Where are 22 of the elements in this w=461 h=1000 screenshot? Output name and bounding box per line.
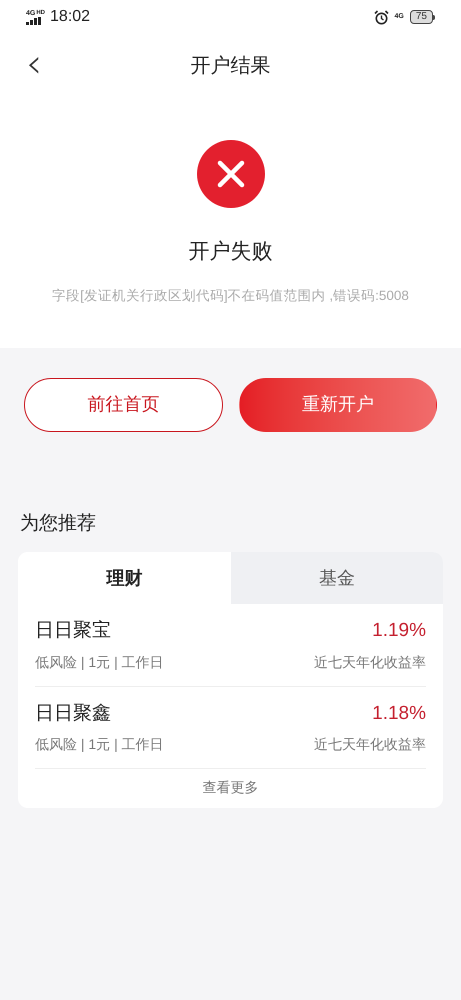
error-message: 字段[发证机关行政区划代码]不在码值范围内 ,错误码:5008: [52, 286, 409, 305]
rate-label: 近七天年化收益率: [314, 652, 426, 672]
back-button[interactable]: ‹: [26, 44, 42, 84]
see-more-link[interactable]: 查看更多: [202, 777, 258, 798]
battery-level: 75: [410, 10, 433, 24]
yield-rate: 1.19%: [372, 619, 426, 644]
action-button[interactable]: 前往首页: [24, 378, 222, 432]
section-title: 为您推荐: [20, 512, 97, 536]
yield-rate: 1.18%: [372, 702, 426, 726]
alarm-icon: [374, 10, 389, 24]
result-title: 开户失败: [188, 239, 272, 265]
product-tags: 低风险 | 1元 | 工作日: [35, 652, 164, 673]
signal-icon: [26, 16, 42, 24]
product-name[interactable]: 日日聚鑫: [35, 700, 111, 728]
product-name[interactable]: 日日聚宝: [35, 617, 111, 646]
clock-time: 18:02: [50, 7, 90, 27]
tab[interactable]: 基金: [230, 552, 443, 604]
rate-label: 近七天年化收益率: [314, 735, 426, 754]
page-title: 开户结果: [190, 54, 270, 79]
error-icon: [196, 140, 264, 208]
action-button[interactable]: 重新开户: [238, 378, 437, 432]
product-tags: 低风险 | 1元 | 工作日: [35, 734, 164, 756]
